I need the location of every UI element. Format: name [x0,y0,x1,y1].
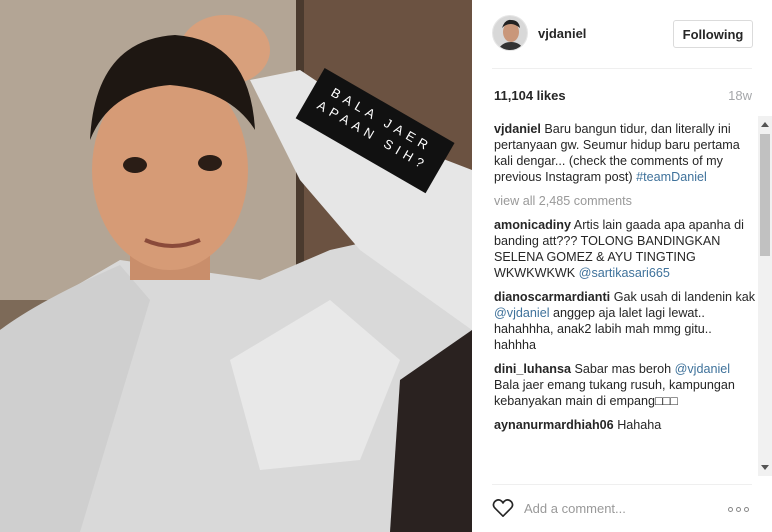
caption-hashtag[interactable]: #teamDaniel [636,170,707,184]
comment-text: Hahaha [617,418,662,432]
comment-username[interactable]: aynanurmardhiah06 [494,418,614,432]
scroll-up-arrow-icon[interactable] [761,122,769,127]
dot [744,507,749,512]
footer-divider [492,484,752,485]
caption: vjdaniel Baru bangun tidur, dan literall… [494,121,756,185]
comment-text-tail: Bala jaer emang tukang rusuh, kampungan … [494,378,735,408]
avatar-image [493,16,527,50]
comment-username[interactable]: dini_luhansa [494,362,571,376]
post-detail-panel: vjdaniel Following 11,104 likes 18w vjda… [472,0,772,532]
add-comment-input[interactable] [524,499,714,517]
list-item: dini_luhansa Sabar mas beroh @vjdaniel B… [494,361,756,409]
following-button[interactable]: Following [673,20,753,48]
comment-mention[interactable]: @vjdaniel [675,362,731,376]
heart-icon[interactable] [492,498,514,518]
post-header: vjdaniel Following [472,0,772,68]
post-age[interactable]: 18w [728,88,752,103]
list-item: dianoscarmardianti Gak usah di landenin … [494,289,756,353]
avatar[interactable] [492,15,528,51]
list-item: aynanurmardhiah06 Hahaha [494,417,756,433]
header-divider [492,68,752,69]
comment-username[interactable]: amonicadiny [494,218,571,232]
post-photo-image [0,0,472,532]
comments-list[interactable]: vjdaniel Baru bangun tidur, dan literall… [494,121,756,473]
more-options-icon[interactable] [728,507,752,513]
comments-scrollbar[interactable] [758,116,772,476]
comment-mention[interactable]: @sartikasari665 [579,266,670,280]
list-item: amonicadiny Artis lain gaada apa apanha … [494,217,756,281]
view-all-comments-link[interactable]: view all 2,485 comments [494,193,756,209]
post-photo[interactable]: BALA JAER APAAN SIH? [0,0,472,532]
dot [728,507,733,512]
comment-username[interactable]: dianoscarmardianti [494,290,610,304]
caption-username[interactable]: vjdaniel [494,122,541,136]
comment-text: Sabar mas beroh [574,362,672,376]
dot [736,507,741,512]
scroll-down-arrow-icon[interactable] [761,465,769,470]
scroll-thumb[interactable] [760,134,770,256]
comment-text: Gak usah di landenin kak [613,290,756,304]
post-author-username[interactable]: vjdaniel [538,26,586,41]
comment-mention[interactable]: @vjdaniel [494,306,550,320]
likes-count[interactable]: 11,104 likes [494,88,566,103]
